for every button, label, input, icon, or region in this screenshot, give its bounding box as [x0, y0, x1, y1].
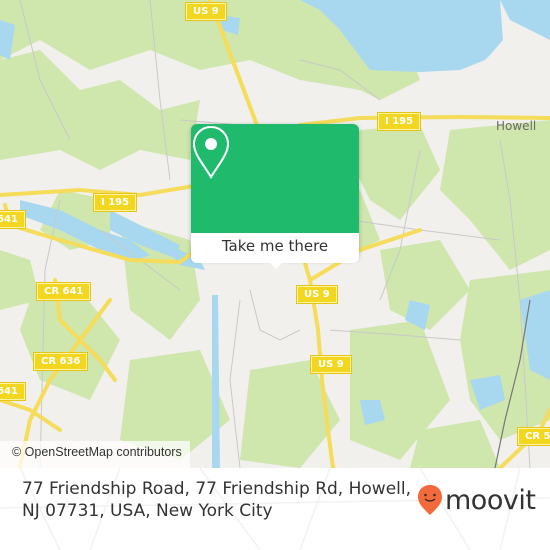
popup-pointer	[267, 260, 285, 269]
road-label-cr641: CR 641	[37, 283, 91, 300]
road-label-us9: US 9	[186, 3, 226, 20]
location-pin-icon	[192, 125, 230, 179]
road-label-cr636: CR 636	[34, 353, 88, 370]
road-label-i195: I 195	[94, 194, 137, 211]
road-label-cr641: 641	[0, 383, 25, 400]
road-label-us9: US 9	[311, 356, 351, 373]
location-popup: Take me there	[191, 124, 359, 269]
road-label-cr54: CR 54	[518, 428, 550, 445]
map-view[interactable]: US 9 I 195 I 195 641 CR 641 CR 636 US 9 …	[0, 0, 550, 468]
address-text: 77 Friendship Road, 77 Friendship Rd, Ho…	[22, 479, 411, 521]
moovit-pin-icon	[418, 485, 442, 515]
moovit-logo[interactable]: moovit	[417, 484, 536, 516]
brand-name: moovit	[445, 484, 536, 516]
map-attribution[interactable]: © OpenStreetMap contributors	[0, 441, 190, 468]
popup-header	[191, 124, 359, 233]
footer: 77 Friendship Road, 77 Friendship Rd, Ho…	[0, 468, 550, 550]
take-me-there-button[interactable]: Take me there	[191, 233, 359, 263]
town-label-howell: Howell	[496, 119, 537, 133]
road-label-cr641: 641	[0, 211, 25, 228]
road-label-us9: US 9	[297, 286, 337, 303]
road-label-i195: I 195	[378, 113, 421, 130]
